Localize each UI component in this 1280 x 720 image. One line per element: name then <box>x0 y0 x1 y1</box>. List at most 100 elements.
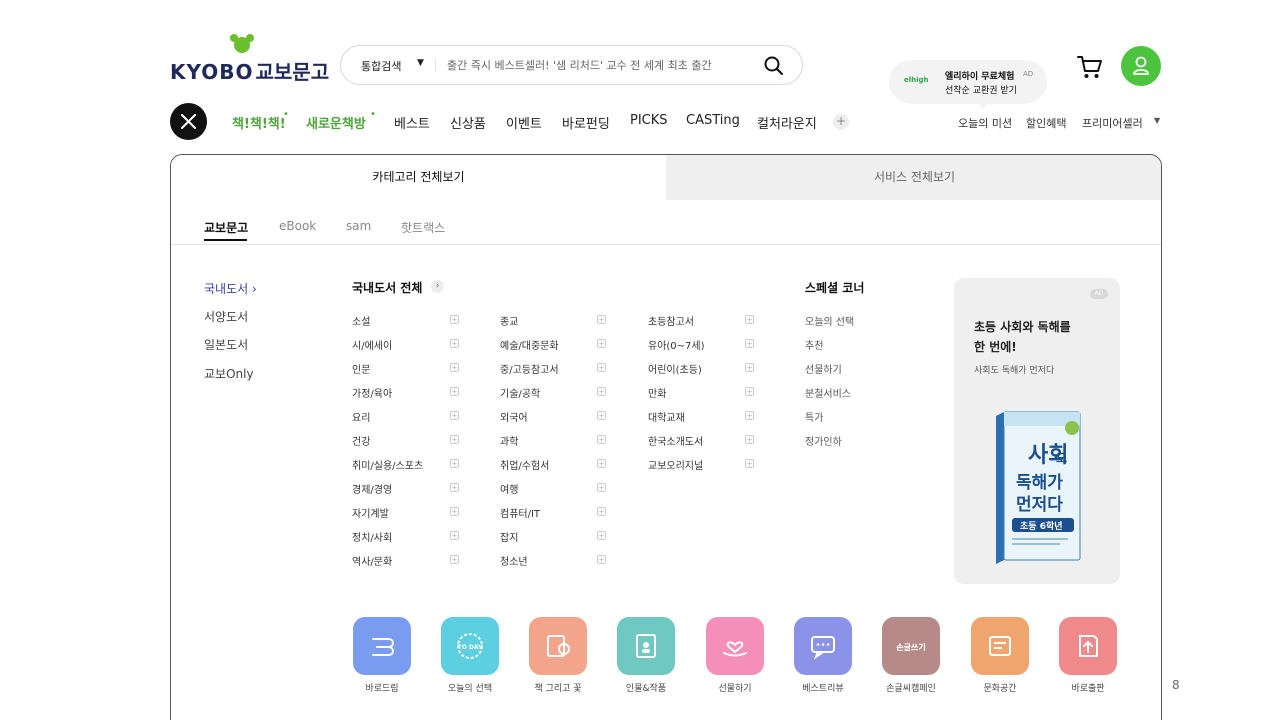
culture-space-tile[interactable] <box>971 617 1029 675</box>
quick-link-label[interactable]: 베스트리뷰 <box>778 681 868 694</box>
quick-link-label[interactable]: 바로드림 <box>337 681 427 694</box>
chevron-right-icon[interactable]: › <box>431 280 444 293</box>
category-link[interactable]: 유아(0~7세) <box>648 337 705 352</box>
handwriting-tile[interactable]: 손글쓰기 <box>882 617 940 675</box>
quick-link-label[interactable]: 선물하기 <box>690 681 780 694</box>
category-link[interactable]: 어린이(초등) <box>648 361 702 376</box>
subtab-sam[interactable]: sam <box>346 219 371 233</box>
special-link[interactable]: 추천 <box>805 337 823 352</box>
expand-plus-icon[interactable]: + <box>745 387 754 396</box>
category-link[interactable]: 잡지 <box>500 529 518 544</box>
nav-item-barofunding[interactable]: 바로펀딩 <box>562 113 610 132</box>
expand-plus-icon[interactable]: + <box>450 459 459 468</box>
expand-plus-icon[interactable]: + <box>597 507 606 516</box>
left-cat-japanese[interactable]: 일본도서 <box>204 336 248 353</box>
search-icon[interactable] <box>763 55 785 77</box>
today-choice-tile[interactable]: TO DAY <box>441 617 499 675</box>
category-link[interactable]: 건강 <box>352 433 370 448</box>
expand-plus-icon[interactable]: + <box>745 411 754 420</box>
expand-plus-icon[interactable]: + <box>450 315 459 324</box>
ad-bubble-banner[interactable]: elhigh 엘리하이 무료체험 AD 선착순 교환권 받기 <box>889 60 1047 109</box>
category-link[interactable]: 취미/실용/스포츠 <box>352 457 423 472</box>
category-link[interactable]: 시/에세이 <box>352 337 392 352</box>
nav-item-new-products[interactable]: 신상품 <box>450 113 486 132</box>
category-link[interactable]: 컴퓨터/IT <box>500 505 540 520</box>
quick-link-label[interactable]: 책 그리고 꽃 <box>513 681 603 694</box>
category-link[interactable]: 자기계발 <box>352 505 389 520</box>
nav-item-new-bookstore[interactable]: 새로운책방 <box>306 113 366 132</box>
expand-plus-icon[interactable]: + <box>597 483 606 492</box>
close-menu-button[interactable] <box>170 103 207 140</box>
expand-plus-icon[interactable]: + <box>450 339 459 348</box>
category-link[interactable]: 예술/대중문화 <box>500 337 559 352</box>
book-flower-tile[interactable] <box>529 617 587 675</box>
best-review-tile[interactable] <box>794 617 852 675</box>
search-scope-select[interactable]: 통합검색 <box>361 58 401 74</box>
category-link[interactable]: 한국소개도서 <box>648 433 703 448</box>
expand-plus-icon[interactable]: + <box>450 411 459 420</box>
barodream-tile[interactable] <box>353 617 411 675</box>
category-link[interactable]: 기술/공학 <box>500 385 540 400</box>
category-link[interactable]: 과학 <box>500 433 518 448</box>
expand-plus-icon[interactable]: + <box>745 435 754 444</box>
expand-plus-icon[interactable]: + <box>597 387 606 396</box>
category-link[interactable]: 만화 <box>648 385 666 400</box>
section-title-domestic-all[interactable]: 국내도서 전체 <box>352 279 422 296</box>
baro-publish-tile[interactable] <box>1059 617 1117 675</box>
special-link[interactable]: 특가 <box>805 409 823 424</box>
expand-plus-icon[interactable]: + <box>597 531 606 540</box>
left-cat-kyobo-only[interactable]: 교보Only <box>204 365 254 382</box>
expand-plus-icon[interactable]: + <box>745 315 754 324</box>
tab-all-categories[interactable]: 카테고리 전체보기 <box>171 155 666 200</box>
category-link[interactable]: 가정/육아 <box>352 385 392 400</box>
left-cat-western[interactable]: 서양도서 <box>204 308 248 325</box>
expand-plus-icon[interactable]: + <box>450 555 459 564</box>
nav-item-best[interactable]: 베스트 <box>394 113 430 132</box>
util-discount[interactable]: 할인혜택 <box>1026 115 1066 131</box>
profile-button[interactable] <box>1121 46 1161 86</box>
expand-plus-icon[interactable]: + <box>745 459 754 468</box>
quick-link-label[interactable]: 문화공간 <box>955 681 1045 694</box>
expand-plus-icon[interactable]: + <box>450 483 459 492</box>
expand-plus-icon[interactable]: + <box>597 435 606 444</box>
expand-plus-icon[interactable]: + <box>745 363 754 372</box>
caret-down-icon[interactable]: ▼ <box>417 58 424 68</box>
category-link[interactable]: 요리 <box>352 409 370 424</box>
nav-item-events[interactable]: 이벤트 <box>506 113 542 132</box>
expand-plus-icon[interactable]: + <box>745 339 754 348</box>
category-link[interactable]: 소설 <box>352 313 370 328</box>
special-link[interactable]: 정가인하 <box>805 433 842 448</box>
nav-item-culture-lounge[interactable]: 컬처라운지 <box>757 113 817 132</box>
category-link[interactable]: 대학교재 <box>648 409 685 424</box>
nav-item-picks[interactable]: PICKS <box>630 113 668 128</box>
util-today-mission[interactable]: 오늘의 미션 <box>958 115 1012 131</box>
util-premier-seller[interactable]: 프리미어셀러 <box>1082 115 1143 131</box>
nav-item-casting[interactable]: CASTing <box>686 113 740 128</box>
expand-plus-icon[interactable]: + <box>450 363 459 372</box>
category-link[interactable]: 여행 <box>500 481 518 496</box>
gift-tile[interactable] <box>706 617 764 675</box>
category-link[interactable]: 인문 <box>352 361 370 376</box>
expand-plus-icon[interactable]: + <box>450 507 459 516</box>
quick-link-label[interactable]: 오늘의 선택 <box>425 681 515 694</box>
category-link[interactable]: 취업/수험서 <box>500 457 549 472</box>
category-link[interactable]: 역사/문화 <box>352 553 392 568</box>
caret-down-icon[interactable]: ▼ <box>1154 116 1160 125</box>
expand-plus-icon[interactable]: + <box>450 435 459 444</box>
expand-plus-icon[interactable]: + <box>450 387 459 396</box>
expand-plus-icon[interactable]: + <box>597 363 606 372</box>
expand-plus-icon[interactable]: + <box>597 459 606 468</box>
expand-plus-icon[interactable]: + <box>597 339 606 348</box>
nav-item-chaekchaekchaek[interactable]: 책!책!책! <box>232 113 286 132</box>
more-plus-icon[interactable]: + <box>833 114 849 130</box>
category-link[interactable]: 청소년 <box>500 553 528 568</box>
category-link[interactable]: 종교 <box>500 313 518 328</box>
special-link[interactable]: 선물하기 <box>805 361 842 376</box>
expand-plus-icon[interactable]: + <box>597 411 606 420</box>
subtab-kyobo[interactable]: 교보문고 <box>204 219 248 236</box>
quick-link-label[interactable]: 인물&작품 <box>601 681 691 694</box>
left-cat-domestic[interactable]: 국내도서 › <box>204 280 257 297</box>
tab-all-services[interactable]: 서비스 전체보기 <box>666 155 1161 200</box>
search-input[interactable] <box>447 56 747 74</box>
quick-link-label[interactable]: 손글씨캠페인 <box>866 681 956 694</box>
